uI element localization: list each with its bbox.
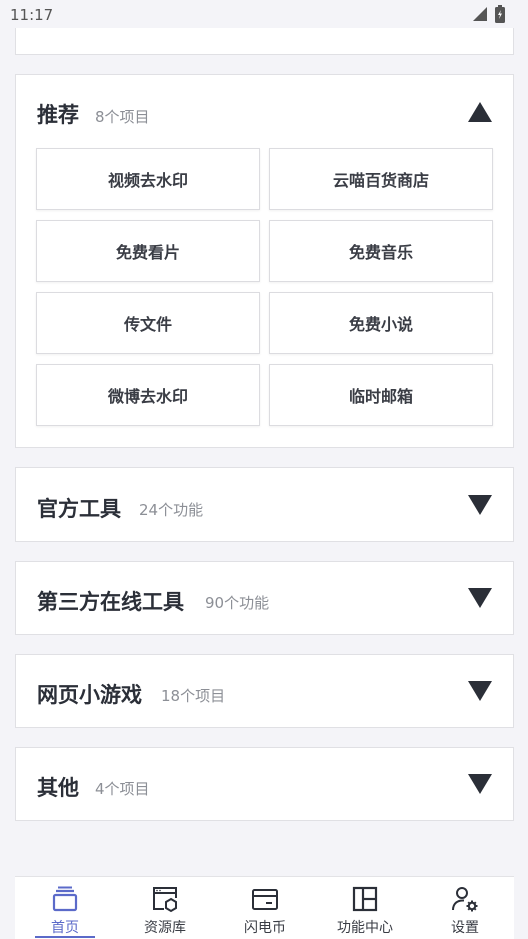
signal-icon (473, 7, 487, 21)
grid-item-free-novels[interactable]: 免费小说 (269, 292, 493, 354)
expand-triangle-icon[interactable] (467, 587, 493, 609)
grid-item-file-transfer[interactable]: 传文件 (36, 292, 260, 354)
battery-icon (495, 5, 505, 23)
status-icons (472, 5, 506, 23)
section-count: 18个项目 (161, 687, 226, 705)
nav-item-resources[interactable]: 资源库 (115, 877, 215, 939)
nav-item-settings[interactable]: 设置 (415, 877, 515, 939)
grid-item-free-movies[interactable]: 免费看片 (36, 220, 260, 282)
grid-item-weibo-watermark[interactable]: 微博去水印 (36, 364, 260, 426)
nav-item-coins[interactable]: 闪电币 (215, 877, 315, 939)
section-count: 8个项目 (95, 108, 150, 126)
section-title: 推荐 (37, 103, 79, 127)
section-web-games[interactable]: 网页小游戏 18个项目 (15, 654, 514, 728)
expand-triangle-icon[interactable] (467, 494, 493, 516)
section-header[interactable]: 推荐 8个项目 (16, 75, 513, 149)
grid-item-video-watermark[interactable]: 视频去水印 (36, 148, 260, 210)
previous-card-stub (15, 28, 514, 55)
section-other[interactable]: 其他 4个项目 (15, 747, 514, 821)
section-count: 4个项目 (95, 780, 150, 798)
resource-library-icon (153, 887, 177, 913)
expand-triangle-icon[interactable] (467, 773, 493, 795)
section-count: 24个功能 (139, 501, 204, 519)
section-official-tools[interactable]: 官方工具 24个功能 (15, 467, 514, 542)
section-count: 90个功能 (205, 594, 270, 612)
nav-label: 资源库 (144, 920, 186, 936)
expand-triangle-icon[interactable] (467, 680, 493, 702)
active-indicator (35, 936, 95, 938)
section-title: 网页小游戏 (37, 683, 142, 707)
collapse-triangle-icon[interactable] (467, 101, 493, 123)
grid-item-yunmiao-store[interactable]: 云喵百货商店 (269, 148, 493, 210)
nav-label: 首页 (51, 920, 79, 936)
section-title: 第三方在线工具 (37, 590, 184, 614)
section-third-party-tools[interactable]: 第三方在线工具 90个功能 (15, 561, 514, 635)
user-settings-icon (452, 887, 478, 912)
nav-label: 闪电币 (244, 920, 286, 936)
layout-panel-icon (352, 886, 378, 912)
grid-item-free-music[interactable]: 免费音乐 (269, 220, 493, 282)
bottom-nav: 首页 资源库 闪电币 功能中心 设置 (15, 876, 514, 939)
section-title: 官方工具 (37, 497, 121, 521)
nav-label: 设置 (451, 920, 479, 936)
home-stack-icon (52, 886, 78, 912)
status-time: 11:17 (10, 6, 54, 24)
section-recommended: 推荐 8个项目 视频去水印 云喵百货商店 免费看片 免费音乐 传文件 免费小说 … (15, 74, 514, 448)
nav-item-function-center[interactable]: 功能中心 (315, 877, 415, 939)
nav-item-home[interactable]: 首页 (15, 877, 115, 939)
grid-item-temp-email[interactable]: 临时邮箱 (269, 364, 493, 426)
wallet-card-icon (252, 889, 278, 910)
status-bar: 11:17 (0, 0, 528, 30)
nav-label: 功能中心 (337, 920, 393, 936)
section-title: 其他 (37, 776, 79, 800)
